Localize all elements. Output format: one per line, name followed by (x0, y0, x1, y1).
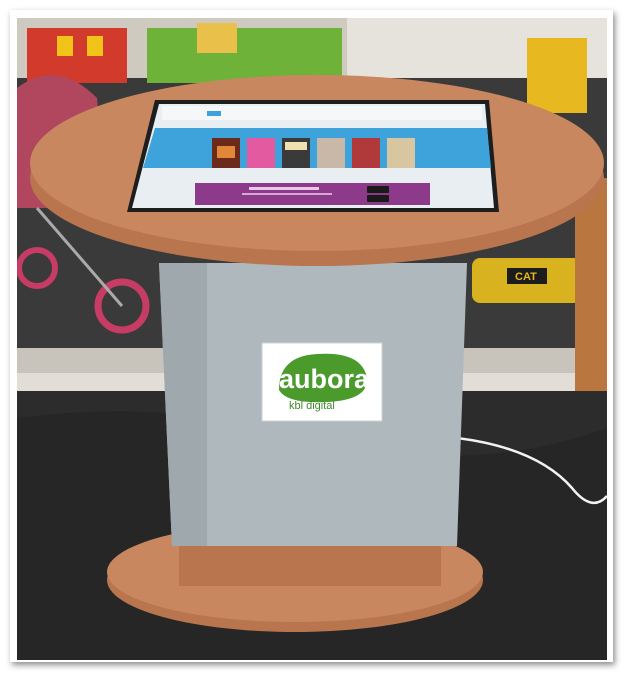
promo-text-line (249, 187, 319, 190)
kiosk-photo: CAT aubora kbl digital (17, 18, 607, 660)
yellow-toy (197, 23, 237, 53)
book-cover-title (285, 142, 307, 150)
screen-logo (207, 111, 221, 116)
google-play-badge (367, 195, 389, 202)
logo-text: aubora (279, 364, 370, 394)
red-toy-house (27, 28, 127, 83)
touch-screen (132, 104, 494, 208)
book-cover-art (217, 146, 235, 158)
app-store-badge (367, 186, 389, 193)
cat-label: CAT (515, 271, 537, 283)
toy-window (57, 36, 73, 56)
book-cover (352, 138, 380, 168)
logo-subtext: kbl digital (289, 400, 335, 412)
green-toy-table (147, 28, 342, 83)
yellow-toy-right (527, 38, 587, 113)
toy-window (87, 36, 103, 56)
aubora-logo-sticker: aubora kbl digital (261, 342, 383, 422)
book-cover (317, 138, 345, 168)
promo-text-line (242, 193, 332, 195)
book-cover (247, 138, 275, 168)
kiosk-scene: CAT aubora kbl digital (17, 18, 607, 660)
book-cover (387, 138, 415, 168)
